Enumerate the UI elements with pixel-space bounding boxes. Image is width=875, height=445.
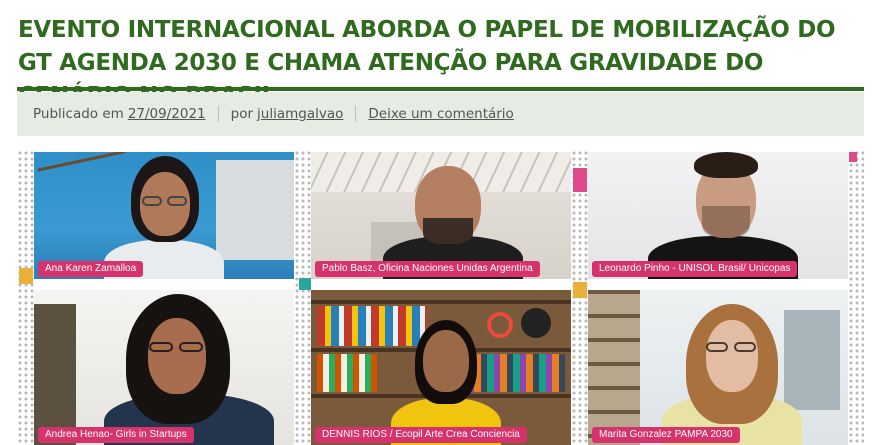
participant-tile: Andrea Henao- Girls in Startups — [34, 290, 294, 445]
author-prefix: por — [230, 106, 254, 122]
meta-separator — [355, 106, 357, 122]
leave-comment-link[interactable]: Deixe um comentário — [368, 106, 513, 122]
participant-name-tag: DENNIS RIOS / Ecopil Arte Crea Concienci… — [315, 427, 527, 443]
title-divider — [17, 87, 864, 91]
published-prefix: Publicado em — [33, 106, 124, 122]
participant-tile: DENNIS RIOS / Ecopil Arte Crea Concienci… — [311, 290, 571, 445]
video-call-screenshot: Ana Karen Zamalloa Pablo Basz, Oficina N… — [17, 150, 864, 445]
participant-tile: Leonardo Pinho - UNISOL Brasil/ Unicopas — [588, 152, 848, 279]
participant-name-tag: Pablo Basz, Oficina Naciones Unidas Arge… — [315, 261, 540, 277]
participant-name-tag: Leonardo Pinho - UNISOL Brasil/ Unicopas — [592, 261, 798, 277]
post-date-link[interactable]: 27/09/2021 — [128, 106, 206, 122]
meta-separator — [217, 106, 219, 122]
participant-tile: Pablo Basz, Oficina Naciones Unidas Arge… — [311, 152, 571, 279]
decorative-dots-right — [848, 150, 864, 445]
post-meta-bar: Publicado em 27/09/2021 por juliamgalvao… — [17, 92, 864, 136]
participant-tile: Marita Gonzalez PAMPA 2030 — [588, 290, 848, 445]
decorative-dots-center-left — [294, 150, 311, 445]
participant-name-tag: Andrea Henao- Girls in Startups — [38, 427, 194, 443]
participant-name-tag: Ana Karen Zamalloa — [38, 261, 144, 277]
decorative-dots-left — [17, 150, 34, 445]
author-link[interactable]: juliamgalvao — [257, 106, 343, 122]
participant-name-tag: Marita Gonzalez PAMPA 2030 — [592, 427, 740, 443]
participant-tile: Ana Karen Zamalloa — [34, 152, 294, 279]
